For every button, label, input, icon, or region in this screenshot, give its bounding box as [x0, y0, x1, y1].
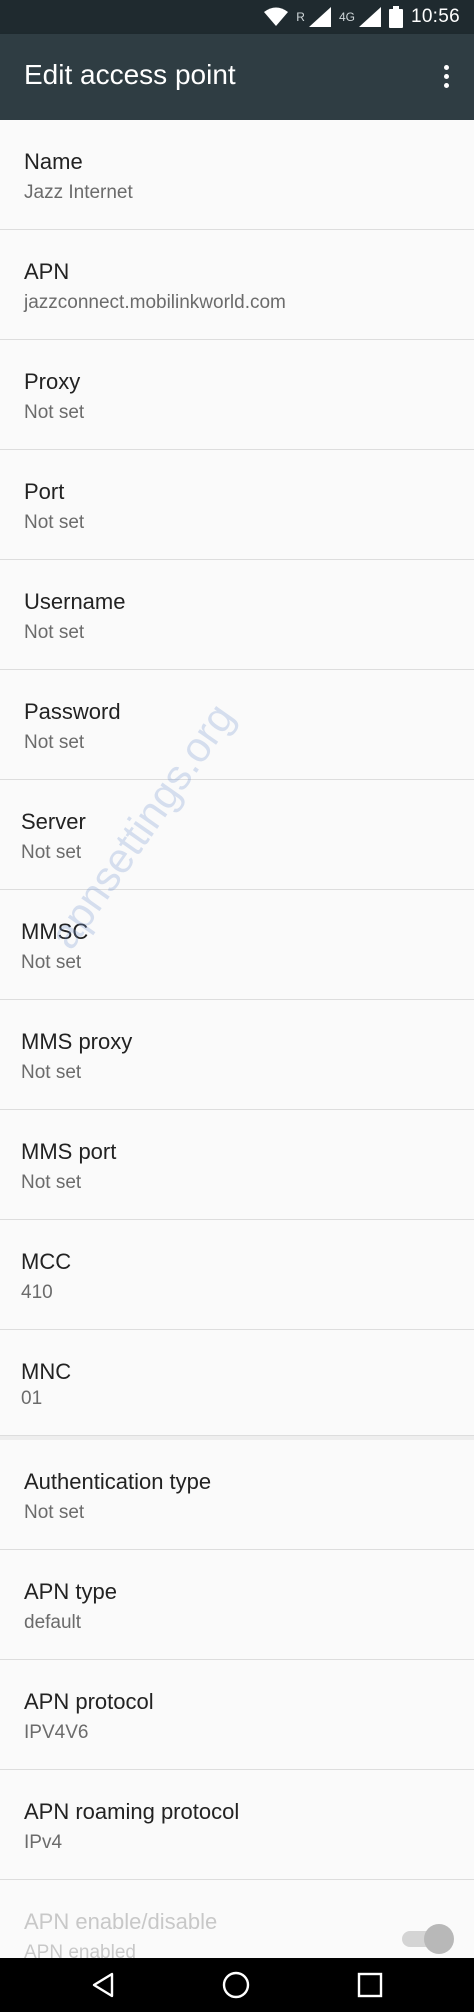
setting-value: jazzconnect.mobilinkworld.com	[24, 292, 286, 313]
setting-value: Not set	[21, 1062, 82, 1083]
setting-value: Not set	[21, 1172, 82, 1193]
status-bar: R 4G 10:56	[0, 0, 474, 34]
setting-port[interactable]: Port Not set	[0, 450, 474, 560]
setting-mms-proxy[interactable]: MMS proxy Not set	[0, 1000, 474, 1110]
signal-icon	[308, 7, 331, 27]
setting-label: Username	[24, 589, 126, 614]
setting-label: Proxy	[24, 369, 81, 394]
setting-apn-type[interactable]: APN type default	[0, 1550, 474, 1660]
recents-icon[interactable]	[350, 1965, 390, 2005]
setting-value: 410	[21, 1282, 53, 1303]
setting-name[interactable]: Name Jazz Internet	[0, 120, 474, 230]
setting-label: MCC	[21, 1249, 72, 1274]
setting-apn-roaming-protocol[interactable]: APN roaming protocol IPv4	[0, 1770, 474, 1880]
menu-dot	[443, 73, 449, 79]
setting-label: Name	[24, 149, 83, 174]
setting-value: Not set	[24, 622, 85, 643]
setting-value: Not set	[24, 402, 85, 423]
setting-value: Jazz Internet	[24, 182, 133, 203]
setting-value: Not set	[24, 1502, 85, 1523]
setting-label: APN protocol	[24, 1689, 154, 1714]
signal-icon	[358, 7, 381, 27]
setting-label: MMS port	[21, 1139, 117, 1164]
home-icon[interactable]	[216, 1965, 256, 2005]
setting-mms-port[interactable]: MMS port Not set	[0, 1110, 474, 1220]
setting-label: APN enable/disable	[24, 1909, 218, 1934]
setting-label: MNC	[21, 1359, 72, 1384]
setting-value: Not set	[24, 732, 85, 753]
nav-bar	[0, 1958, 474, 2012]
menu-dot	[443, 82, 449, 88]
battery-icon	[388, 6, 403, 28]
setting-value: IPV4V6	[24, 1722, 89, 1743]
setting-label: APN	[24, 259, 70, 284]
more-vert-icon[interactable]	[428, 54, 464, 98]
apn-settings-list: Name Jazz Internet APN jazzconnect.mobil…	[0, 120, 474, 1990]
toggle-thumb	[424, 1924, 454, 1954]
status-icons: R 4G 10:56	[264, 0, 460, 34]
setting-server[interactable]: Server Not set	[0, 780, 474, 890]
setting-value: IPv4	[24, 1832, 63, 1853]
setting-value: Not set	[24, 512, 85, 533]
page-title: Edit access point	[24, 59, 236, 90]
setting-value: 01	[21, 1388, 43, 1409]
setting-label: Server	[21, 809, 86, 834]
setting-mnc[interactable]: MNC 01	[0, 1330, 474, 1436]
setting-mcc[interactable]: MCC 410	[0, 1220, 474, 1330]
setting-label: Authentication type	[24, 1469, 212, 1494]
app-bar: Edit access point	[0, 34, 474, 120]
setting-label: Port	[24, 479, 65, 504]
network-type-label: 4G	[338, 10, 355, 24]
setting-value: default	[24, 1612, 82, 1633]
menu-dot	[443, 64, 449, 70]
setting-value: Not set	[21, 842, 82, 863]
roaming-label: R	[296, 10, 305, 24]
setting-authentication-type[interactable]: Authentication type Not set	[0, 1440, 474, 1550]
setting-username[interactable]: Username Not set	[0, 560, 474, 670]
wifi-icon	[264, 7, 289, 26]
back-icon[interactable]	[84, 1965, 124, 2005]
setting-proxy[interactable]: Proxy Not set	[0, 340, 474, 450]
setting-label: MMS proxy	[21, 1029, 133, 1054]
setting-label: Password	[24, 699, 121, 724]
setting-value: Not set	[21, 952, 82, 973]
setting-label: APN type	[24, 1579, 117, 1604]
setting-apn-protocol[interactable]: APN protocol IPV4V6	[0, 1660, 474, 1770]
setting-label: APN roaming protocol	[24, 1799, 240, 1824]
apn-enable-toggle	[398, 1924, 454, 1954]
setting-apn[interactable]: APN jazzconnect.mobilinkworld.com	[0, 230, 474, 340]
clock: 10:56	[410, 6, 460, 27]
